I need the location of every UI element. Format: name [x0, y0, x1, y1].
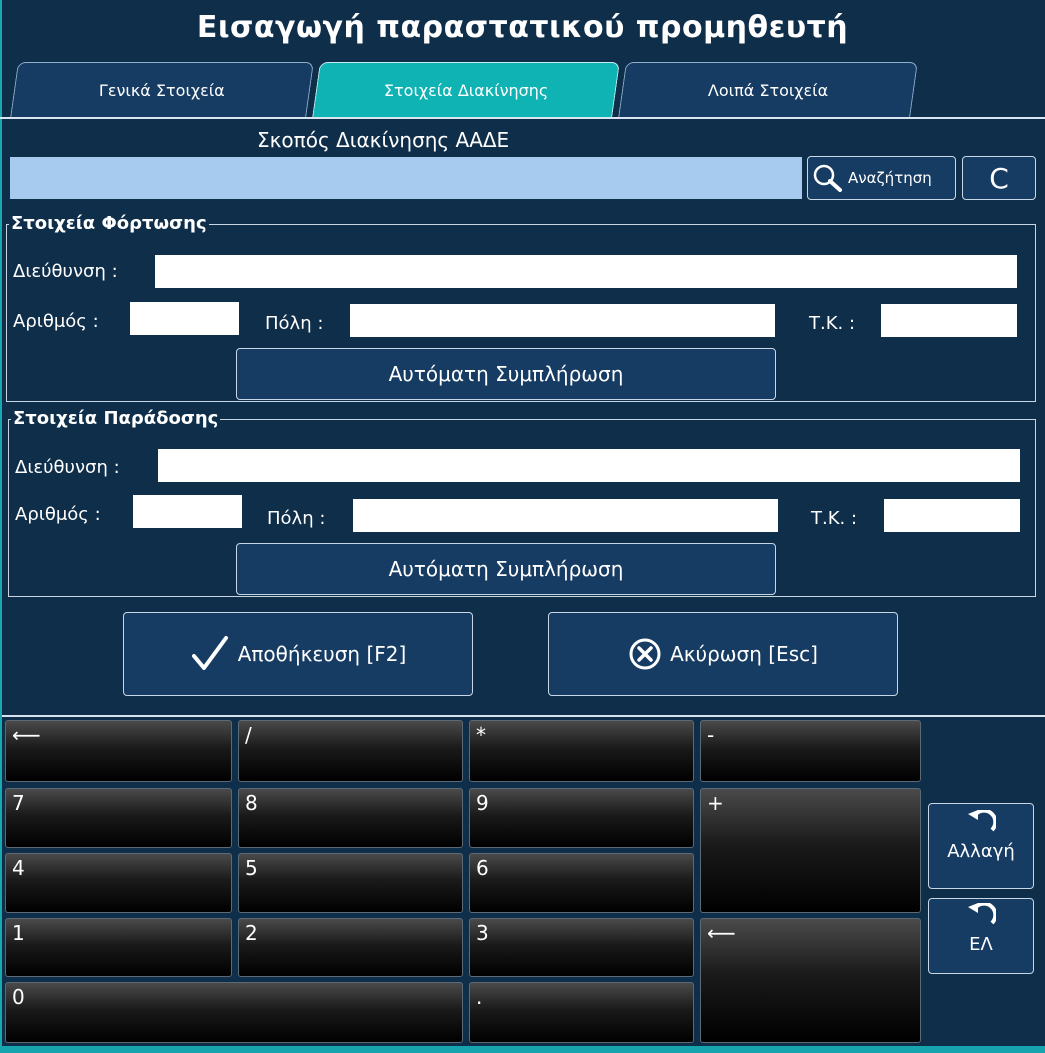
search-icon [813, 164, 842, 192]
change-button-label: Αλλαγή [947, 841, 1015, 862]
change-button[interactable]: Αλλαγή [928, 803, 1034, 889]
checkmark-icon [191, 636, 228, 670]
language-button[interactable]: ΕΛ [928, 898, 1034, 974]
save-button[interactable]: Αποθήκευση [F2] [123, 612, 473, 696]
delivery-group: Στοιχεία Παράδοσης Διεύθυνση : Αριθμός :… [8, 408, 1036, 597]
key-9[interactable]: 9 [469, 788, 694, 848]
undo-arrow-icon [968, 808, 998, 832]
tab-other-label: Λοιπά Στοιχεία [707, 81, 829, 100]
key-1[interactable]: 1 [5, 918, 232, 977]
key-enter[interactable]: ⟵ [700, 918, 921, 1043]
tab-general[interactable]: Γενικά Στοιχεία [10, 62, 314, 118]
key-0[interactable]: 0 [5, 982, 463, 1043]
key-8[interactable]: 8 [238, 788, 463, 848]
cancel-circle-icon [629, 638, 661, 670]
loading-group: Στοιχεία Φόρτωσης Διεύθυνση : Αριθμός : … [6, 213, 1036, 402]
tab-underline [0, 117, 1045, 119]
key-4[interactable]: 4 [5, 853, 232, 913]
delivery-zip-field[interactable] [884, 499, 1020, 532]
delivery-city-label: Πόλη : [267, 508, 326, 529]
purpose-heading: Σκοπός Διακίνησης ΑΑΔΕ [257, 128, 510, 152]
key-2[interactable]: 2 [238, 918, 463, 977]
delivery-address-field[interactable] [158, 449, 1020, 482]
key-backspace[interactable]: ⟵ [5, 720, 232, 782]
key-6[interactable]: 6 [469, 853, 694, 913]
key-dot[interactable]: . [469, 982, 694, 1043]
delivery-address-label: Διεύθυνση : [15, 457, 120, 478]
key-divide[interactable]: / [238, 720, 463, 782]
tab-bar: Γενικά Στοιχεία Στοιχεία Διακίνησης Λοιπ… [0, 62, 1045, 120]
key-7[interactable]: 7 [5, 788, 232, 848]
undo-arrow-icon [968, 901, 998, 925]
enter-icon: ⟵ [707, 921, 736, 945]
delivery-city-field[interactable] [353, 499, 778, 532]
loading-city-label: Πόλη : [265, 313, 324, 334]
key-multiply[interactable]: * [469, 720, 694, 782]
key-plus[interactable]: + [700, 788, 921, 913]
save-button-label: Αποθήκευση [F2] [237, 642, 407, 666]
language-button-label: ΕΛ [969, 934, 993, 955]
loading-address-field[interactable] [155, 255, 1017, 288]
tab-general-label: Γενικά Στοιχεία [99, 81, 225, 100]
tab-transport[interactable]: Στοιχεία Διακίνησης [312, 62, 620, 118]
loading-address-label: Διεύθυνση : [13, 261, 118, 282]
search-button-label: Αναζήτηση [848, 169, 932, 187]
search-button[interactable]: Αναζήτηση [807, 156, 956, 200]
key-5[interactable]: 5 [238, 853, 463, 913]
loading-autofill-button[interactable]: Αυτόματη Συμπλήρωση [236, 348, 776, 400]
delivery-number-label: Αριθμός : [15, 504, 101, 525]
backspace-icon: ⟵ [12, 723, 41, 747]
cancel-button[interactable]: Ακύρωση [Esc] [548, 612, 898, 696]
delivery-zip-label: Τ.Κ. : [811, 508, 858, 529]
tab-other[interactable]: Λοιπά Στοιχεία [618, 62, 918, 118]
delivery-legend: Στοιχεία Παράδοσης [11, 408, 221, 429]
keypad: ⟵ / * - 7 8 9 + 4 5 6 1 2 3 ⟵ 0 . Αλλαγή… [2, 715, 1045, 1047]
tab-transport-label: Στοιχεία Διακίνησης [383, 81, 549, 100]
cancel-button-label: Ακύρωση [Esc] [670, 642, 818, 666]
delivery-number-field[interactable] [133, 495, 242, 528]
clear-button[interactable]: C [962, 156, 1036, 200]
loading-number-field[interactable] [130, 302, 239, 335]
key-3[interactable]: 3 [469, 918, 694, 977]
purpose-input[interactable] [10, 157, 802, 199]
page-title: Εισαγωγή παραστατικού προμηθευτή [196, 10, 849, 45]
key-minus[interactable]: - [700, 720, 921, 782]
loading-city-field[interactable] [350, 304, 775, 337]
loading-zip-label: Τ.Κ. : [809, 313, 856, 334]
loading-zip-field[interactable] [881, 304, 1017, 337]
loading-legend: Στοιχεία Φόρτωσης [9, 213, 209, 234]
loading-number-label: Αριθμός : [13, 311, 99, 332]
delivery-autofill-button[interactable]: Αυτόματη Συμπλήρωση [236, 543, 776, 595]
bottom-bar [0, 1046, 1045, 1053]
